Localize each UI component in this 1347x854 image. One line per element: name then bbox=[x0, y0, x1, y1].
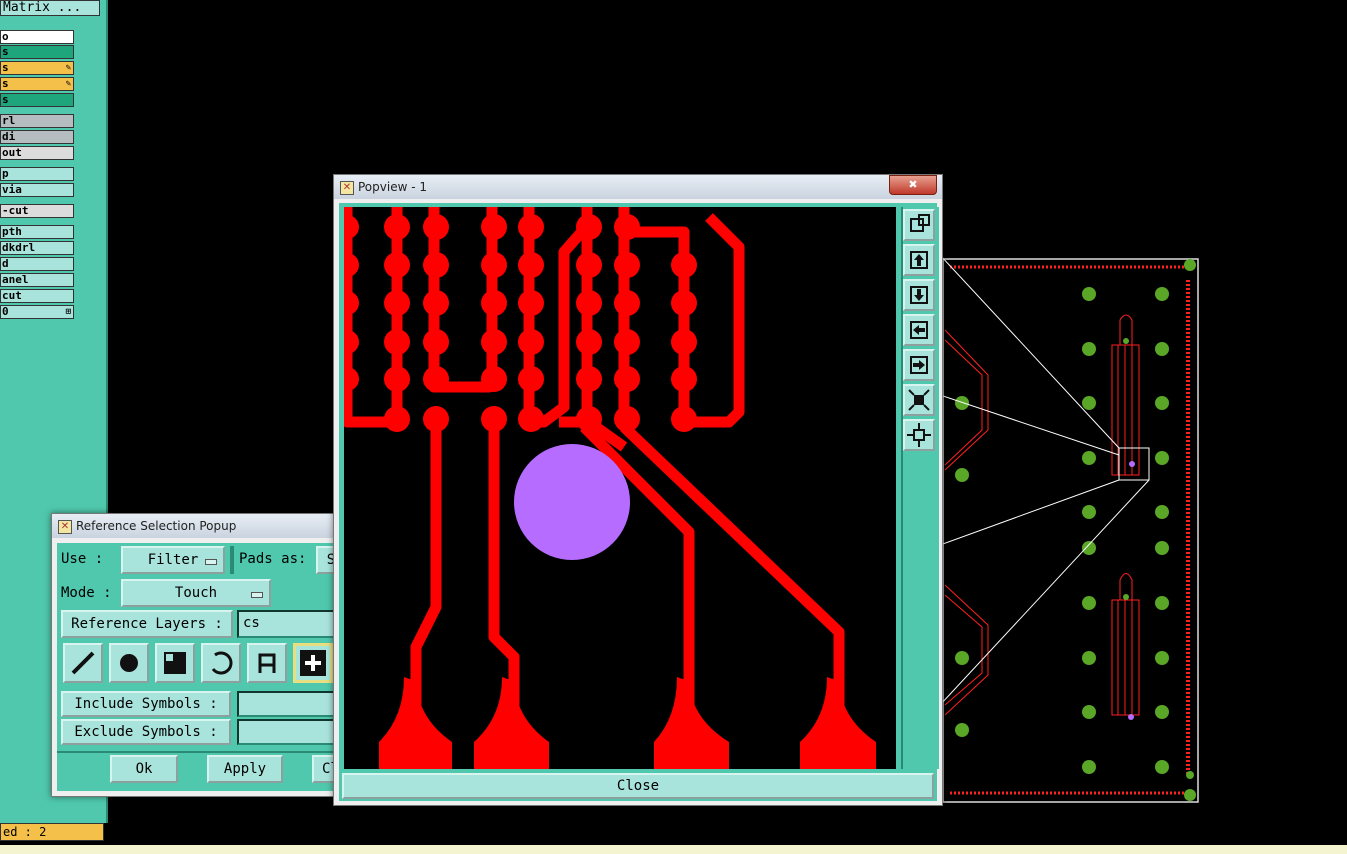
layer-label: out bbox=[2, 146, 22, 159]
feature-type-toolbar bbox=[61, 643, 346, 687]
reference-layers-label: Reference Layers : bbox=[71, 616, 223, 632]
exclude-symbols-button[interactable]: Exclude Symbols : bbox=[61, 719, 231, 745]
layer-label: pth bbox=[2, 225, 22, 238]
matrix-button[interactable]: Matrix ... bbox=[0, 0, 100, 16]
reference-layers-button[interactable]: Reference Layers : bbox=[61, 610, 233, 638]
layer-label: cut bbox=[2, 289, 22, 302]
reference-popup-title: Reference Selection Popup bbox=[76, 519, 237, 533]
row-divider bbox=[230, 546, 234, 574]
popview-title: Popview - 1 bbox=[358, 180, 427, 194]
board-view[interactable] bbox=[940, 255, 1200, 805]
apply-label: Apply bbox=[223, 761, 267, 777]
layer-row[interactable]: out bbox=[0, 146, 74, 160]
mode-dropdown-value: Touch bbox=[174, 585, 218, 601]
dropdown-indicator-icon bbox=[205, 559, 217, 565]
use-dropdown-value: Filter bbox=[147, 552, 199, 568]
layer-label: d bbox=[2, 257, 9, 270]
zoom-window-icon[interactable] bbox=[903, 209, 935, 241]
layer-label: p bbox=[2, 167, 9, 180]
apply-button[interactable]: Apply bbox=[207, 755, 283, 783]
close-icon: ✖ bbox=[908, 178, 918, 191]
zoom-center-icon[interactable] bbox=[903, 419, 935, 451]
layer-row[interactable]: s bbox=[0, 45, 74, 59]
reference-selection-popup: ✕ Reference Selection Popup Use : Filter… bbox=[51, 513, 352, 797]
reference-layers-input[interactable]: cs bbox=[237, 610, 342, 638]
exclude-symbols-label: Exclude Symbols : bbox=[74, 724, 218, 740]
layer-row[interactable]: pth bbox=[0, 225, 74, 239]
popview-side-toolbar bbox=[901, 207, 939, 769]
layer-row[interactable]: d bbox=[0, 257, 74, 271]
ok-label: Ok bbox=[135, 761, 153, 777]
close-window-button[interactable]: ✖ bbox=[889, 175, 937, 195]
pan-left-icon[interactable] bbox=[903, 314, 935, 346]
include-symbols-button[interactable]: Include Symbols : bbox=[61, 691, 231, 717]
reference-popup-body: Use : Filter Pads as: S Mode : Touch Ref… bbox=[57, 543, 352, 791]
include-symbols-label: Include Symbols : bbox=[74, 696, 218, 712]
layer-row[interactable]: 0 ⊞ bbox=[0, 305, 74, 319]
bottom-status-strip bbox=[0, 845, 1347, 854]
layer-row[interactable]: dkdrl bbox=[0, 241, 74, 255]
popview-window: ✕ Popview - 1 ✖ Close bbox=[333, 174, 943, 806]
pan-right-icon[interactable] bbox=[903, 349, 935, 381]
layer-row[interactable]: cut bbox=[0, 289, 74, 303]
layer-row[interactable]: s bbox=[0, 93, 74, 107]
layer-row[interactable]: -cut bbox=[0, 204, 74, 218]
mode-label: Mode : bbox=[61, 585, 112, 601]
layer-row[interactable]: s ✎ bbox=[0, 61, 74, 75]
line-tool-icon[interactable] bbox=[63, 643, 103, 683]
reference-popup-titlebar[interactable]: ✕ Reference Selection Popup bbox=[52, 514, 342, 538]
ok-button[interactable]: Ok bbox=[110, 755, 178, 783]
layer-label: s bbox=[2, 45, 9, 58]
layer-row[interactable]: s ✎ bbox=[0, 77, 74, 91]
window-icon: ✕ bbox=[340, 181, 354, 195]
zoom-fit-icon[interactable] bbox=[903, 384, 935, 416]
popview-canvas[interactable] bbox=[344, 207, 896, 769]
layer-label: s bbox=[2, 61, 9, 74]
popview-titlebar[interactable]: ✕ Popview - 1 ✖ bbox=[334, 175, 942, 199]
use-dropdown[interactable]: Filter bbox=[121, 546, 225, 574]
popview-close-label: Close bbox=[616, 778, 660, 794]
layer-label: s bbox=[2, 77, 9, 90]
layer-label: s bbox=[2, 93, 9, 106]
layer-row[interactable]: di bbox=[0, 130, 74, 144]
exclude-symbols-input[interactable] bbox=[237, 719, 342, 745]
layer-row[interactable]: anel bbox=[0, 273, 74, 287]
layer-label: di bbox=[2, 130, 16, 143]
pad-tool-icon[interactable] bbox=[109, 643, 149, 683]
layer-row[interactable]: rl bbox=[0, 114, 74, 128]
pads-as-label: Pads as: bbox=[239, 551, 307, 567]
layer-row[interactable]: o bbox=[0, 30, 74, 44]
highlight-marker bbox=[1129, 461, 1135, 467]
separator bbox=[57, 751, 342, 753]
selected-count-status: ed : 2 bbox=[0, 823, 104, 841]
layer-label: -cut bbox=[2, 204, 29, 217]
use-label: Use : bbox=[61, 551, 104, 567]
text-tool-icon[interactable] bbox=[247, 643, 287, 683]
layer-label: anel bbox=[2, 273, 29, 286]
layer-label: via bbox=[2, 183, 22, 196]
surface-tool-icon[interactable] bbox=[155, 643, 195, 683]
include-symbols-input[interactable] bbox=[237, 691, 342, 717]
dropdown-indicator-icon bbox=[251, 592, 263, 598]
window-icon: ✕ bbox=[58, 520, 72, 534]
layer-marker-icon: ✎ bbox=[65, 79, 71, 89]
popview-close-button[interactable]: Close bbox=[342, 773, 934, 799]
layer-label: 0 bbox=[2, 305, 9, 318]
layer-marker-icon: ⊞ bbox=[65, 307, 71, 317]
pan-down-icon[interactable] bbox=[903, 279, 935, 311]
layer-marker-icon: ✎ bbox=[65, 63, 71, 73]
highlighted-feature bbox=[514, 444, 630, 560]
mode-dropdown[interactable]: Touch bbox=[121, 579, 271, 607]
layer-label: dkdrl bbox=[2, 241, 36, 254]
layer-label: o bbox=[2, 30, 9, 43]
pan-up-icon[interactable] bbox=[903, 244, 935, 276]
arc-tool-icon[interactable] bbox=[201, 643, 241, 683]
layer-row[interactable]: via bbox=[0, 183, 74, 197]
layer-row[interactable]: p bbox=[0, 167, 74, 181]
popview-body: Close bbox=[339, 203, 939, 801]
layer-label: rl bbox=[2, 114, 16, 127]
all-features-tool-icon[interactable] bbox=[293, 643, 333, 683]
